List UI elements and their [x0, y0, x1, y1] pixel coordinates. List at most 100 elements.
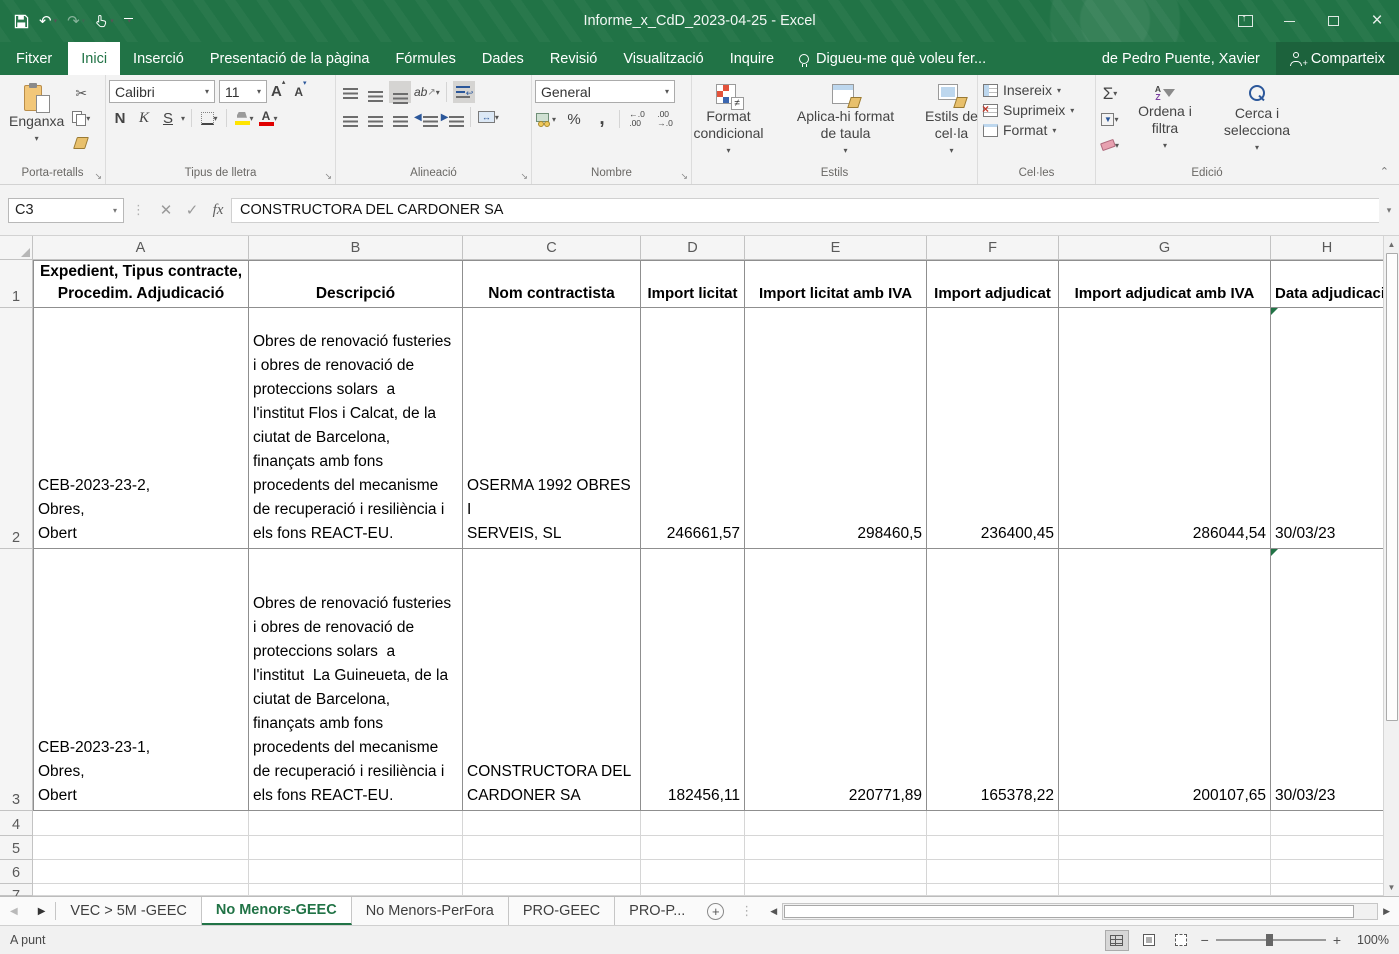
sheet-nav-left-button[interactable]: ◀ [0, 897, 28, 925]
conditional-formatting-button[interactable]: ≠ Format condicional ▾ [677, 78, 781, 167]
collapse-ribbon-button[interactable]: ⌃ [1380, 165, 1389, 178]
cell-E1[interactable]: Import licitat amb IVA [745, 260, 927, 308]
cell-H3[interactable]: 30/03/23 [1271, 549, 1383, 811]
column-header-c[interactable]: C [463, 236, 641, 260]
cell[interactable] [641, 884, 745, 896]
row-header-6[interactable]: 6 [0, 860, 33, 884]
sheet-tab-pro-geec[interactable]: PRO-GEEC [509, 897, 615, 925]
zoom-slider-thumb[interactable] [1266, 934, 1273, 946]
sheet-tab-no-menors-perfora[interactable]: No Menors-PerFora [352, 897, 509, 925]
column-header-f[interactable]: F [927, 236, 1059, 260]
row-header-3[interactable]: 3 [0, 549, 33, 811]
clear-button[interactable]: ▾ [1099, 134, 1121, 156]
scroll-left-button[interactable]: ◀ [765, 906, 782, 917]
cell-D1[interactable]: Import licitat [641, 260, 745, 308]
cell[interactable] [641, 836, 745, 860]
cell[interactable] [927, 836, 1059, 860]
column-header-g[interactable]: G [1059, 236, 1271, 260]
scroll-right-button[interactable]: ▶ [1378, 906, 1395, 917]
align-bottom-button[interactable] [389, 81, 411, 103]
chevron-down-icon[interactable]: ▾ [54, 18, 58, 25]
chevron-down-icon[interactable]: ▾ [113, 206, 117, 215]
share-button[interactable]: + Comparteix [1276, 42, 1399, 75]
touch-mode-button[interactable]: ▾ [95, 14, 114, 28]
cell[interactable] [745, 860, 927, 884]
dialog-launcher-icon[interactable]: ↘ [94, 172, 102, 181]
cell[interactable] [1271, 884, 1383, 896]
chevron-down-icon[interactable]: ▾ [552, 115, 556, 124]
cancel-button[interactable]: ✕ [153, 198, 179, 223]
cell[interactable] [463, 811, 641, 836]
chevron-down-icon[interactable]: ▾ [35, 130, 39, 147]
dialog-launcher-icon[interactable]: ↘ [520, 172, 528, 181]
cell[interactable] [1271, 860, 1383, 884]
number-format-combo[interactable]: General▾ [535, 80, 675, 103]
cell-G1[interactable]: Import adjudicat amb IVA [1059, 260, 1271, 308]
chevron-down-icon[interactable]: ▾ [274, 114, 278, 123]
dialog-launcher-icon[interactable]: ↘ [324, 172, 332, 181]
cell[interactable] [1059, 836, 1271, 860]
view-page-layout-button[interactable] [1137, 930, 1161, 951]
cell-B2[interactable]: Obres de renovació fusteries i obres de … [249, 308, 463, 549]
column-header-b[interactable]: B [249, 236, 463, 260]
cell[interactable] [1059, 860, 1271, 884]
increase-indent-button[interactable]: ▶ [441, 106, 465, 128]
scroll-down-button[interactable]: ▼ [1384, 879, 1399, 896]
cell[interactable] [249, 884, 463, 896]
cell-B1[interactable]: Descripció [249, 260, 463, 308]
zoom-slider[interactable] [1216, 939, 1326, 941]
wrap-text-button[interactable]: ↩ [453, 81, 475, 103]
cell[interactable] [745, 811, 927, 836]
ribbon-display-options-button[interactable] [1223, 0, 1267, 42]
tab-inquire[interactable]: Inquire [717, 42, 787, 75]
vertical-scrollbar-thumb[interactable] [1386, 253, 1398, 721]
row-header-1[interactable]: 1 [0, 260, 33, 308]
zoom-in-button[interactable]: + [1333, 932, 1341, 948]
borders-button[interactable]: ▾ [198, 107, 220, 129]
cell[interactable] [463, 860, 641, 884]
cell-B3[interactable]: Obres de renovació fusteries i obres de … [249, 549, 463, 811]
horizontal-scrollbar-thumb[interactable] [784, 905, 1354, 918]
redo-button[interactable]: ↷▾ [67, 14, 85, 29]
tab-file[interactable]: Fitxer [0, 42, 68, 75]
orientation-button[interactable]: ab↗▾ [414, 81, 440, 103]
formula-input[interactable]: CONSTRUCTORA DEL CARDONER SA [231, 198, 1379, 223]
sort-filter-button[interactable]: AZ Ordena i filtra ▾ [1123, 78, 1207, 167]
fill-color-button[interactable]: ▾ [233, 107, 255, 129]
cell-F3[interactable]: 165378,22 [927, 549, 1059, 811]
customize-qat-button[interactable]: ▾ [124, 18, 133, 24]
cell[interactable] [249, 811, 463, 836]
cell[interactable] [1059, 811, 1271, 836]
cell-D3[interactable]: 182456,11 [641, 549, 745, 811]
signed-in-user[interactable]: de Pedro Puente, Xavier [1086, 51, 1276, 67]
cell[interactable] [641, 811, 745, 836]
name-box[interactable]: C3 ▾ [8, 198, 124, 223]
formula-bar-splitter[interactable]: ⋮ [124, 202, 153, 218]
cell[interactable] [33, 811, 249, 836]
dialog-launcher-icon[interactable]: ↘ [680, 172, 688, 181]
cell-C1[interactable]: Nom contractista [463, 260, 641, 308]
cell-E2[interactable]: 298460,5 [745, 308, 927, 549]
tab-formules[interactable]: Fórmules [382, 42, 468, 75]
accounting-format-button[interactable]: ▾ [535, 108, 557, 130]
font-color-button[interactable]: A▾ [257, 107, 279, 129]
cell[interactable] [745, 884, 927, 896]
delete-cells-button[interactable]: Suprimeix▾ [983, 102, 1090, 118]
shrink-font-button[interactable]: A▾ [294, 85, 311, 99]
chevron-down-icon[interactable]: ▾ [250, 114, 254, 123]
comma-style-button[interactable]: , [591, 108, 613, 130]
autosum-button[interactable]: Σ▾ [1099, 82, 1121, 104]
cell[interactable] [1271, 811, 1383, 836]
cell-C2[interactable]: OSERMA 1992 OBRES I SERVEIS, SL [463, 308, 641, 549]
bold-button[interactable]: N [109, 107, 131, 129]
horizontal-scrollbar[interactable]: ◀ ▶ [761, 897, 1399, 925]
save-icon[interactable] [14, 14, 29, 29]
tab-presentacio[interactable]: Presentació de la pàgina [197, 42, 383, 75]
tab-inici[interactable]: Inici [68, 42, 120, 75]
cell[interactable] [641, 860, 745, 884]
zoom-level[interactable]: 100% [1349, 933, 1389, 947]
cell-C3-active[interactable]: CONSTRUCTORA DEL CARDONER SA [463, 549, 641, 811]
maximize-button[interactable] [1311, 0, 1355, 42]
align-center-button[interactable] [364, 106, 386, 128]
paste-button[interactable]: Enganxa ▾ [3, 78, 70, 167]
